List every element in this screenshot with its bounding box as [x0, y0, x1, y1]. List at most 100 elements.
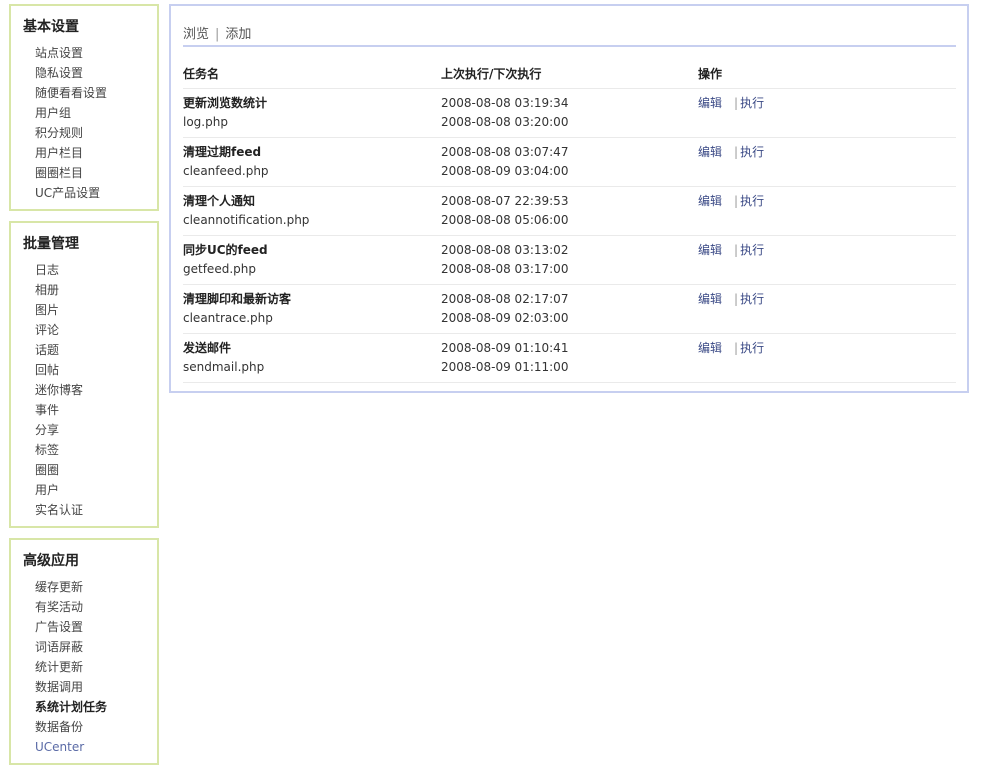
sidebar-item-browse-settings[interactable]: 随便看看设置 — [35, 83, 157, 103]
actions-cell: 编辑 | 执行 — [698, 186, 956, 236]
sidebar-item-stats-update[interactable]: 统计更新 — [35, 657, 157, 677]
sidebar-item-credit-rules[interactable]: 积分规则 — [35, 123, 157, 143]
sidebar-item-users[interactable]: 用户 — [35, 480, 157, 500]
edit-link[interactable]: 编辑 — [698, 145, 722, 159]
sidebar-item-scheduled-tasks[interactable]: 系统计划任务 — [35, 697, 157, 717]
action-separator: | — [734, 341, 739, 355]
sidebar-item-site-settings[interactable]: 站点设置 — [35, 43, 157, 63]
sidebar-item-reward-activities[interactable]: 有奖活动 — [35, 597, 157, 617]
header-run-times: 上次执行/下次执行 — [441, 58, 698, 89]
task-file: log.php — [183, 115, 228, 129]
tasks-table: 任务名 上次执行/下次执行 操作 更新浏览数统计 log.php 2008-08… — [183, 58, 956, 383]
run-link[interactable]: 执行 — [740, 292, 764, 306]
task-name: 同步UC的feed — [183, 243, 268, 257]
run-link[interactable]: 执行 — [740, 341, 764, 355]
run-link[interactable]: 执行 — [740, 243, 764, 257]
next-run: 2008-08-09 01:11:00 — [441, 360, 569, 374]
actions-cell: 编辑 | 执行 — [698, 137, 956, 187]
edit-link[interactable]: 编辑 — [698, 194, 722, 208]
task-name: 清理脚印和最新访客 — [183, 292, 292, 306]
sidebar-item-data-backup[interactable]: 数据备份 — [35, 717, 157, 737]
sidebar-item-events[interactable]: 事件 — [35, 400, 157, 420]
last-run: 2008-08-08 02:17:07 — [441, 292, 569, 306]
action-separator: | — [734, 292, 739, 306]
task-file: cleanfeed.php — [183, 164, 269, 178]
actions-cell: 编辑 | 执行 — [698, 88, 956, 138]
edit-link[interactable]: 编辑 — [698, 292, 722, 306]
last-run: 2008-08-07 22:39:53 — [441, 194, 569, 208]
sidebar-item-mini-blogs[interactable]: 迷你博客 — [35, 380, 157, 400]
task-cell: 更新浏览数统计 log.php — [183, 88, 441, 138]
task-name: 更新浏览数统计 — [183, 96, 268, 110]
last-run: 2008-08-09 01:10:41 — [441, 341, 569, 355]
next-run: 2008-08-08 05:06:00 — [441, 213, 569, 227]
sidebar-item-data-call[interactable]: 数据调用 — [35, 677, 157, 697]
time-cell: 2008-08-08 03:07:47 2008-08-09 03:04:00 — [441, 137, 698, 187]
table-row: 清理脚印和最新访客 cleantrace.php 2008-08-08 02:1… — [183, 284, 956, 334]
run-link[interactable]: 执行 — [740, 96, 764, 110]
sidebar-item-ucenter[interactable]: UCenter — [35, 737, 157, 757]
sidebar-section-title: 高级应用 — [23, 553, 79, 569]
next-run: 2008-08-09 02:03:00 — [441, 311, 569, 325]
edit-link[interactable]: 编辑 — [698, 96, 722, 110]
task-cell: 清理个人通知 cleannotification.php — [183, 186, 441, 236]
sidebar-item-real-name-auth[interactable]: 实名认证 — [35, 500, 157, 520]
task-cell: 同步UC的feed getfeed.php — [183, 235, 441, 285]
action-separator: | — [734, 96, 739, 110]
sidebar-item-groups[interactable]: 圈圈 — [35, 460, 157, 480]
edit-link[interactable]: 编辑 — [698, 243, 722, 257]
tab-separator: | — [215, 27, 220, 42]
tab-add[interactable]: 添加 — [225, 27, 251, 42]
actions-cell: 编辑 | 执行 — [698, 284, 956, 334]
main-panel: 浏览 | 添加 任务名 上次执行/下次执行 操作 更新浏览数统计 log.php 2… — [169, 4, 969, 393]
sidebar-item-user-columns[interactable]: 用户栏目 — [35, 143, 157, 163]
action-separator: | — [734, 243, 739, 257]
table-row: 同步UC的feed getfeed.php 2008-08-08 03:13:0… — [183, 235, 956, 285]
sidebar: 基本设置 站点设置 隐私设置 随便看看设置 用户组 积分规则 用户栏目 圈圈栏目… — [9, 4, 159, 775]
actions-cell: 编辑 | 执行 — [698, 333, 956, 383]
tab-browse[interactable]: 浏览 — [183, 27, 209, 42]
tab-bar: 浏览 | 添加 — [183, 23, 956, 47]
task-file: getfeed.php — [183, 262, 256, 276]
sidebar-item-uc-settings[interactable]: UC产品设置 — [35, 183, 157, 203]
last-run: 2008-08-08 03:19:34 — [441, 96, 569, 110]
sidebar-item-shares[interactable]: 分享 — [35, 420, 157, 440]
sidebar-section-basic-settings: 基本设置 站点设置 隐私设置 随便看看设置 用户组 积分规则 用户栏目 圈圈栏目… — [9, 4, 159, 211]
actions-cell: 编辑 | 执行 — [698, 235, 956, 285]
sidebar-item-comments[interactable]: 评论 — [35, 320, 157, 340]
sidebar-item-tags[interactable]: 标签 — [35, 440, 157, 460]
sidebar-section-title: 基本设置 — [23, 19, 79, 35]
task-name: 发送邮件 — [183, 341, 232, 355]
time-cell: 2008-08-09 01:10:41 2008-08-09 01:11:00 — [441, 333, 698, 383]
sidebar-item-pictures[interactable]: 图片 — [35, 300, 157, 320]
run-link[interactable]: 执行 — [740, 145, 764, 159]
sidebar-item-group-columns[interactable]: 圈圈栏目 — [35, 163, 157, 183]
sidebar-item-word-filter[interactable]: 词语屏蔽 — [35, 637, 157, 657]
time-cell: 2008-08-08 03:19:34 2008-08-08 03:20:00 — [441, 88, 698, 138]
time-cell: 2008-08-07 22:39:53 2008-08-08 05:06:00 — [441, 186, 698, 236]
edit-link[interactable]: 编辑 — [698, 341, 722, 355]
task-name: 清理过期feed — [183, 145, 262, 159]
sidebar-item-privacy-settings[interactable]: 隐私设置 — [35, 63, 157, 83]
table-row: 更新浏览数统计 log.php 2008-08-08 03:19:34 2008… — [183, 88, 956, 138]
sidebar-item-cache-update[interactable]: 缓存更新 — [35, 577, 157, 597]
action-separator: | — [734, 145, 739, 159]
sidebar-item-topics[interactable]: 话题 — [35, 340, 157, 360]
sidebar-item-blogs[interactable]: 日志 — [35, 260, 157, 280]
table-row: 发送邮件 sendmail.php 2008-08-09 01:10:41 20… — [183, 333, 956, 383]
sidebar-item-ad-settings[interactable]: 广告设置 — [35, 617, 157, 637]
sidebar-item-user-groups[interactable]: 用户组 — [35, 103, 157, 123]
table-row: 清理个人通知 cleannotification.php 2008-08-07 … — [183, 186, 956, 236]
sidebar-section-advanced: 高级应用 缓存更新 有奖活动 广告设置 词语屏蔽 统计更新 数据调用 系统计划任… — [9, 538, 159, 765]
table-row: 清理过期feed cleanfeed.php 2008-08-08 03:07:… — [183, 137, 956, 187]
sidebar-section-batch-management: 批量管理 日志 相册 图片 评论 话题 回帖 迷你博客 事件 分享 标签 圈圈 … — [9, 221, 159, 528]
task-file: sendmail.php — [183, 360, 265, 374]
task-cell: 清理过期feed cleanfeed.php — [183, 137, 441, 187]
header-actions: 操作 — [698, 58, 956, 89]
sidebar-item-albums[interactable]: 相册 — [35, 280, 157, 300]
run-link[interactable]: 执行 — [740, 194, 764, 208]
sidebar-item-replies[interactable]: 回帖 — [35, 360, 157, 380]
header-task-name: 任务名 — [183, 58, 441, 89]
task-cell: 清理脚印和最新访客 cleantrace.php — [183, 284, 441, 334]
action-separator: | — [734, 194, 739, 208]
